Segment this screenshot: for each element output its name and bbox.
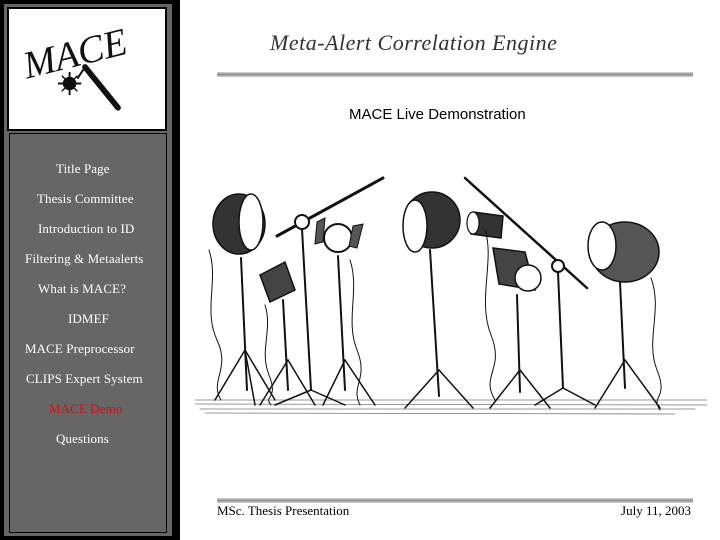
nav-item-idmef[interactable]: IDMEF [68,311,109,327]
spotlight-6 [484,229,551,409]
studio-spotlights-image [195,176,707,415]
nav-menu: Title Page Thesis Committee Introduction… [9,133,167,533]
nav-item-filtering-metaalerts[interactable]: Filtering & Metaalerts [25,251,143,267]
floor-shading [195,399,707,415]
spotlight-5 [466,211,504,239]
spotlights-illustration [195,160,707,422]
nav-item-title-page[interactable]: Title Page [56,161,110,177]
header-title: Meta-Alert Correlation Engine [270,30,558,55]
nav-item-thesis-committee[interactable]: Thesis Committee [37,191,134,207]
footer-presentation-label: MSc. Thesis Presentation [217,503,350,518]
spotlight-1 [208,193,276,406]
spotlight-3 [314,217,376,406]
mace-logo-icon: MACE [18,21,132,111]
spotlight-4 [402,191,474,409]
slide-title: MACE Live Demonstration [349,106,526,123]
left-panel: MACE Title Page Thesis Committee Introdu… [0,0,180,540]
logo: MACE [7,7,167,131]
nav-item-mace-demo[interactable]: MACE Demo [49,401,122,417]
nav-item-questions[interactable]: Questions [56,431,109,447]
nav-item-clips-expert-system[interactable]: CLIPS Expert System [26,371,143,387]
nav-item-introduction-to-id[interactable]: Introduction to ID [38,221,134,237]
spotlight-2 [259,260,316,406]
spotlight-7 [587,221,662,411]
footer-date: July 11, 2003 [621,503,691,518]
nav-item-what-is-mace[interactable]: What is MACE? [38,281,126,297]
header-divider [217,72,693,77]
nav-item-mace-preprocessor[interactable]: MACE Preprocessor [25,341,135,357]
